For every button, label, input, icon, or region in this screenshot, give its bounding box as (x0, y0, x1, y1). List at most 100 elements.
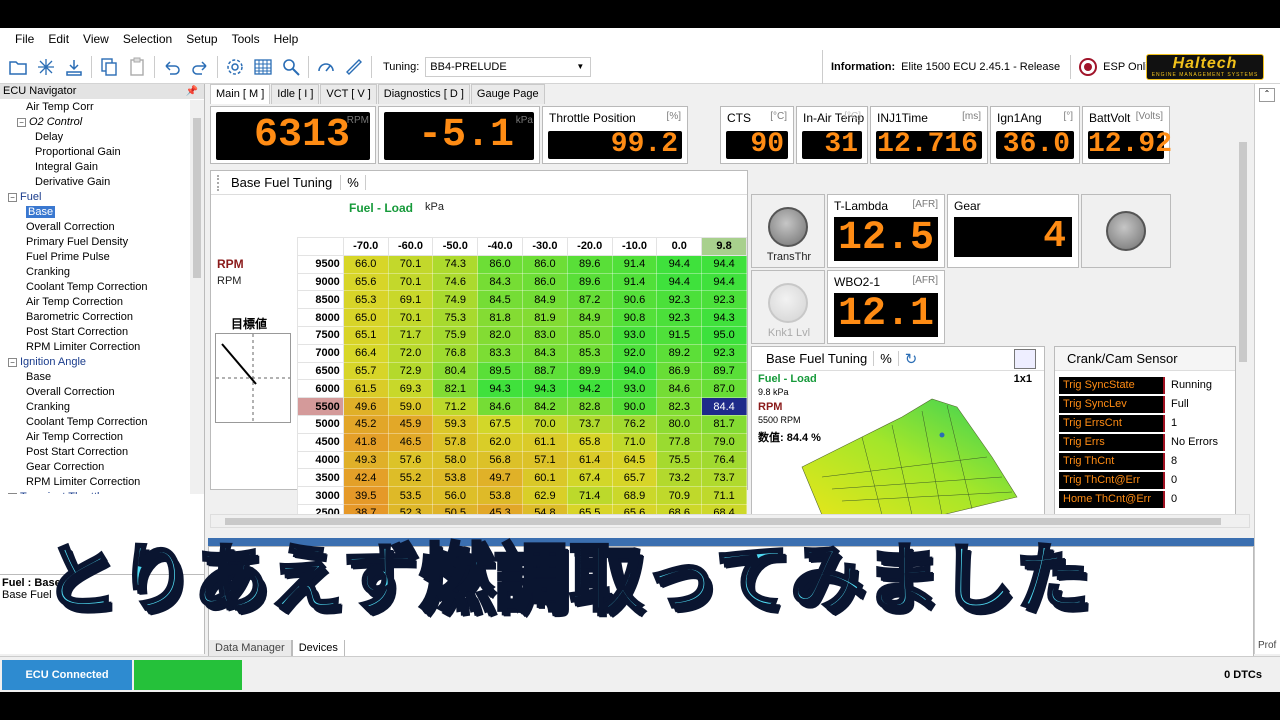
tab-idle[interactable]: Idle [ I ] (271, 84, 320, 104)
fuel-cell[interactable]: 41.8 (342, 432, 389, 452)
fuel-cell[interactable]: 89.6 (566, 254, 613, 274)
refresh-icon[interactable]: ↻ (899, 350, 924, 368)
fuel-cell[interactable]: 71.0 (611, 432, 658, 452)
fuel-cell[interactable]: 61.4 (566, 450, 613, 470)
fuel-cell[interactable]: 88.7 (522, 361, 568, 381)
nav-item[interactable]: Gear Correction (0, 460, 190, 475)
fuel-cell[interactable]: 81.8 (477, 308, 523, 327)
fuel-cell[interactable]: 66.0 (342, 254, 389, 274)
nav-item[interactable]: Overall Correction (0, 385, 190, 400)
nav-item[interactable]: Air Temp Corr (0, 100, 190, 115)
fuel-cell[interactable]: 45.9 (387, 414, 434, 434)
plot-view-icon[interactable] (1014, 349, 1036, 369)
nav-item[interactable]: Cranking (0, 265, 190, 280)
plot-unit[interactable]: % (874, 351, 899, 366)
fuel-cell[interactable]: 49.6 (342, 397, 389, 416)
fuel-cell[interactable]: 89.6 (566, 272, 613, 292)
fuel-cell[interactable]: 73.7 (701, 468, 747, 488)
nav-item[interactable]: Barometric Correction (0, 310, 190, 325)
fuel-cell[interactable]: 91.4 (611, 272, 658, 292)
fuel-cell[interactable]: 65.1 (342, 325, 389, 345)
fuel-cell[interactable]: 53.8 (432, 468, 479, 488)
fuel-cell[interactable]: 67.5 (477, 414, 523, 434)
fuel-cell[interactable]: 71.4 (566, 486, 613, 505)
nav-item[interactable]: Coolant Temp Correction (0, 280, 190, 295)
nav-item[interactable]: Integral Gain (0, 160, 190, 175)
fuel-cell[interactable]: 95.0 (701, 325, 747, 345)
fuel-cell[interactable]: 84.3 (477, 272, 523, 292)
t-lambda-gauge[interactable]: T-Lambda [AFR] 12.5 (827, 194, 945, 268)
fuel-cell[interactable]: 94.4 (701, 254, 747, 274)
connect-icon[interactable] (34, 55, 58, 79)
nav-item[interactable]: −Transient Throttle (0, 490, 190, 494)
fuel-cell[interactable]: 57.8 (432, 432, 479, 452)
expand-icon[interactable]: − (17, 117, 26, 127)
map-gauge[interactable]: kPa -5.1 (378, 106, 540, 164)
battery-gauge[interactable]: BattVolt [Volts] 12.92 (1082, 106, 1172, 164)
nav-item[interactable]: Primary Fuel Density (0, 235, 190, 250)
fuel-cell[interactable]: 89.7 (701, 361, 747, 381)
fuel-cell[interactable]: 60.1 (522, 468, 568, 488)
fuel-cell[interactable]: 86.0 (522, 272, 568, 292)
fuel-cell[interactable]: 91.5 (656, 325, 703, 345)
fuel-cell[interactable]: 56.8 (477, 450, 523, 470)
row-header[interactable]: 4000 (297, 450, 344, 470)
fuel-cell[interactable]: 84.2 (522, 397, 568, 416)
fuel-cell[interactable]: 81.9 (522, 308, 568, 327)
cts-gauge[interactable]: CTS [°C] 90 (720, 106, 794, 164)
fuel-cell[interactable]: 92.3 (701, 290, 747, 310)
row-header[interactable]: 3500 (297, 468, 344, 488)
menu-tools[interactable]: Tools (225, 32, 267, 46)
table-grid-icon[interactable] (251, 55, 275, 79)
table-unit[interactable]: % (341, 175, 366, 190)
fuel-cell[interactable]: 90.0 (611, 397, 658, 416)
fuel-cell[interactable]: 72.9 (387, 361, 434, 381)
fuel-cell[interactable]: 65.8 (566, 432, 613, 452)
download-icon[interactable] (62, 55, 86, 79)
fuel-cell[interactable]: 72.0 (387, 343, 434, 363)
fuel-cell[interactable]: 69.1 (387, 290, 434, 310)
column-header[interactable]: -60.0 (387, 237, 434, 256)
nav-item[interactable]: − Ignition Angle (0, 355, 190, 370)
fuel-cell[interactable]: 94.4 (701, 272, 747, 292)
nav-item[interactable]: Proportional Gain (0, 145, 190, 160)
fuel-cell[interactable]: 59.3 (432, 414, 479, 434)
nav-item[interactable]: Air Temp Correction (0, 430, 190, 445)
column-header[interactable]: 9.8 (701, 237, 747, 256)
fuel-cell[interactable]: 82.1 (432, 379, 479, 399)
nav-item[interactable]: Post Start Correction (0, 325, 190, 340)
fuel-cell[interactable]: 53.5 (387, 486, 434, 505)
fuel-cell[interactable]: 65.0 (342, 308, 389, 327)
expand-icon[interactable]: − (8, 192, 17, 202)
fuel-cell[interactable]: 74.6 (432, 272, 479, 292)
gear-gauge[interactable]: Gear 4 (947, 194, 1079, 268)
navigator-scrollbar[interactable] (190, 100, 204, 494)
row-header[interactable]: 7000 (297, 343, 344, 363)
fuel-cell[interactable]: 86.0 (522, 254, 568, 274)
search-icon[interactable] (279, 55, 303, 79)
row-header[interactable]: 9000 (297, 272, 344, 292)
ign-gauge[interactable]: Ign1Ang [°] 36.0 (990, 106, 1080, 164)
inj-gauge[interactable]: INJ1Time [ms] 12.716 (870, 106, 988, 164)
tuning-select[interactable]: BB4-PRELUDE ▼ (425, 56, 592, 77)
paste-icon[interactable] (125, 55, 149, 79)
tab-data-manager[interactable]: Data Manager (208, 640, 292, 657)
fuel-cell[interactable]: 70.9 (656, 486, 703, 505)
throttle-gauge[interactable]: Throttle Position [%] 99.2 (542, 106, 688, 164)
fuel-cell[interactable]: 76.2 (611, 414, 658, 434)
fuel-cell[interactable]: 64.5 (611, 450, 658, 470)
fuel-cell[interactable]: 86.0 (477, 254, 523, 274)
fuel-cell[interactable]: 87.0 (701, 379, 747, 399)
row-header[interactable]: 6000 (297, 379, 344, 399)
fuel-cell[interactable]: 87.2 (566, 290, 613, 310)
nav-item[interactable]: − O2 Control (0, 115, 190, 130)
nav-item[interactable]: Post Start Correction (0, 445, 190, 460)
column-header[interactable]: -40.0 (477, 237, 523, 256)
open-folder-icon[interactable] (6, 55, 30, 79)
fuel-cell[interactable]: 49.7 (477, 468, 523, 488)
nav-item[interactable]: RPM Limiter Correction (0, 340, 190, 355)
nav-item[interactable]: Fuel Prime Pulse (0, 250, 190, 265)
fuel-cell[interactable]: 70.1 (387, 308, 434, 327)
fuel-cell[interactable]: 84.5 (477, 290, 523, 310)
fuel-cell[interactable]: 71.2 (432, 397, 479, 416)
